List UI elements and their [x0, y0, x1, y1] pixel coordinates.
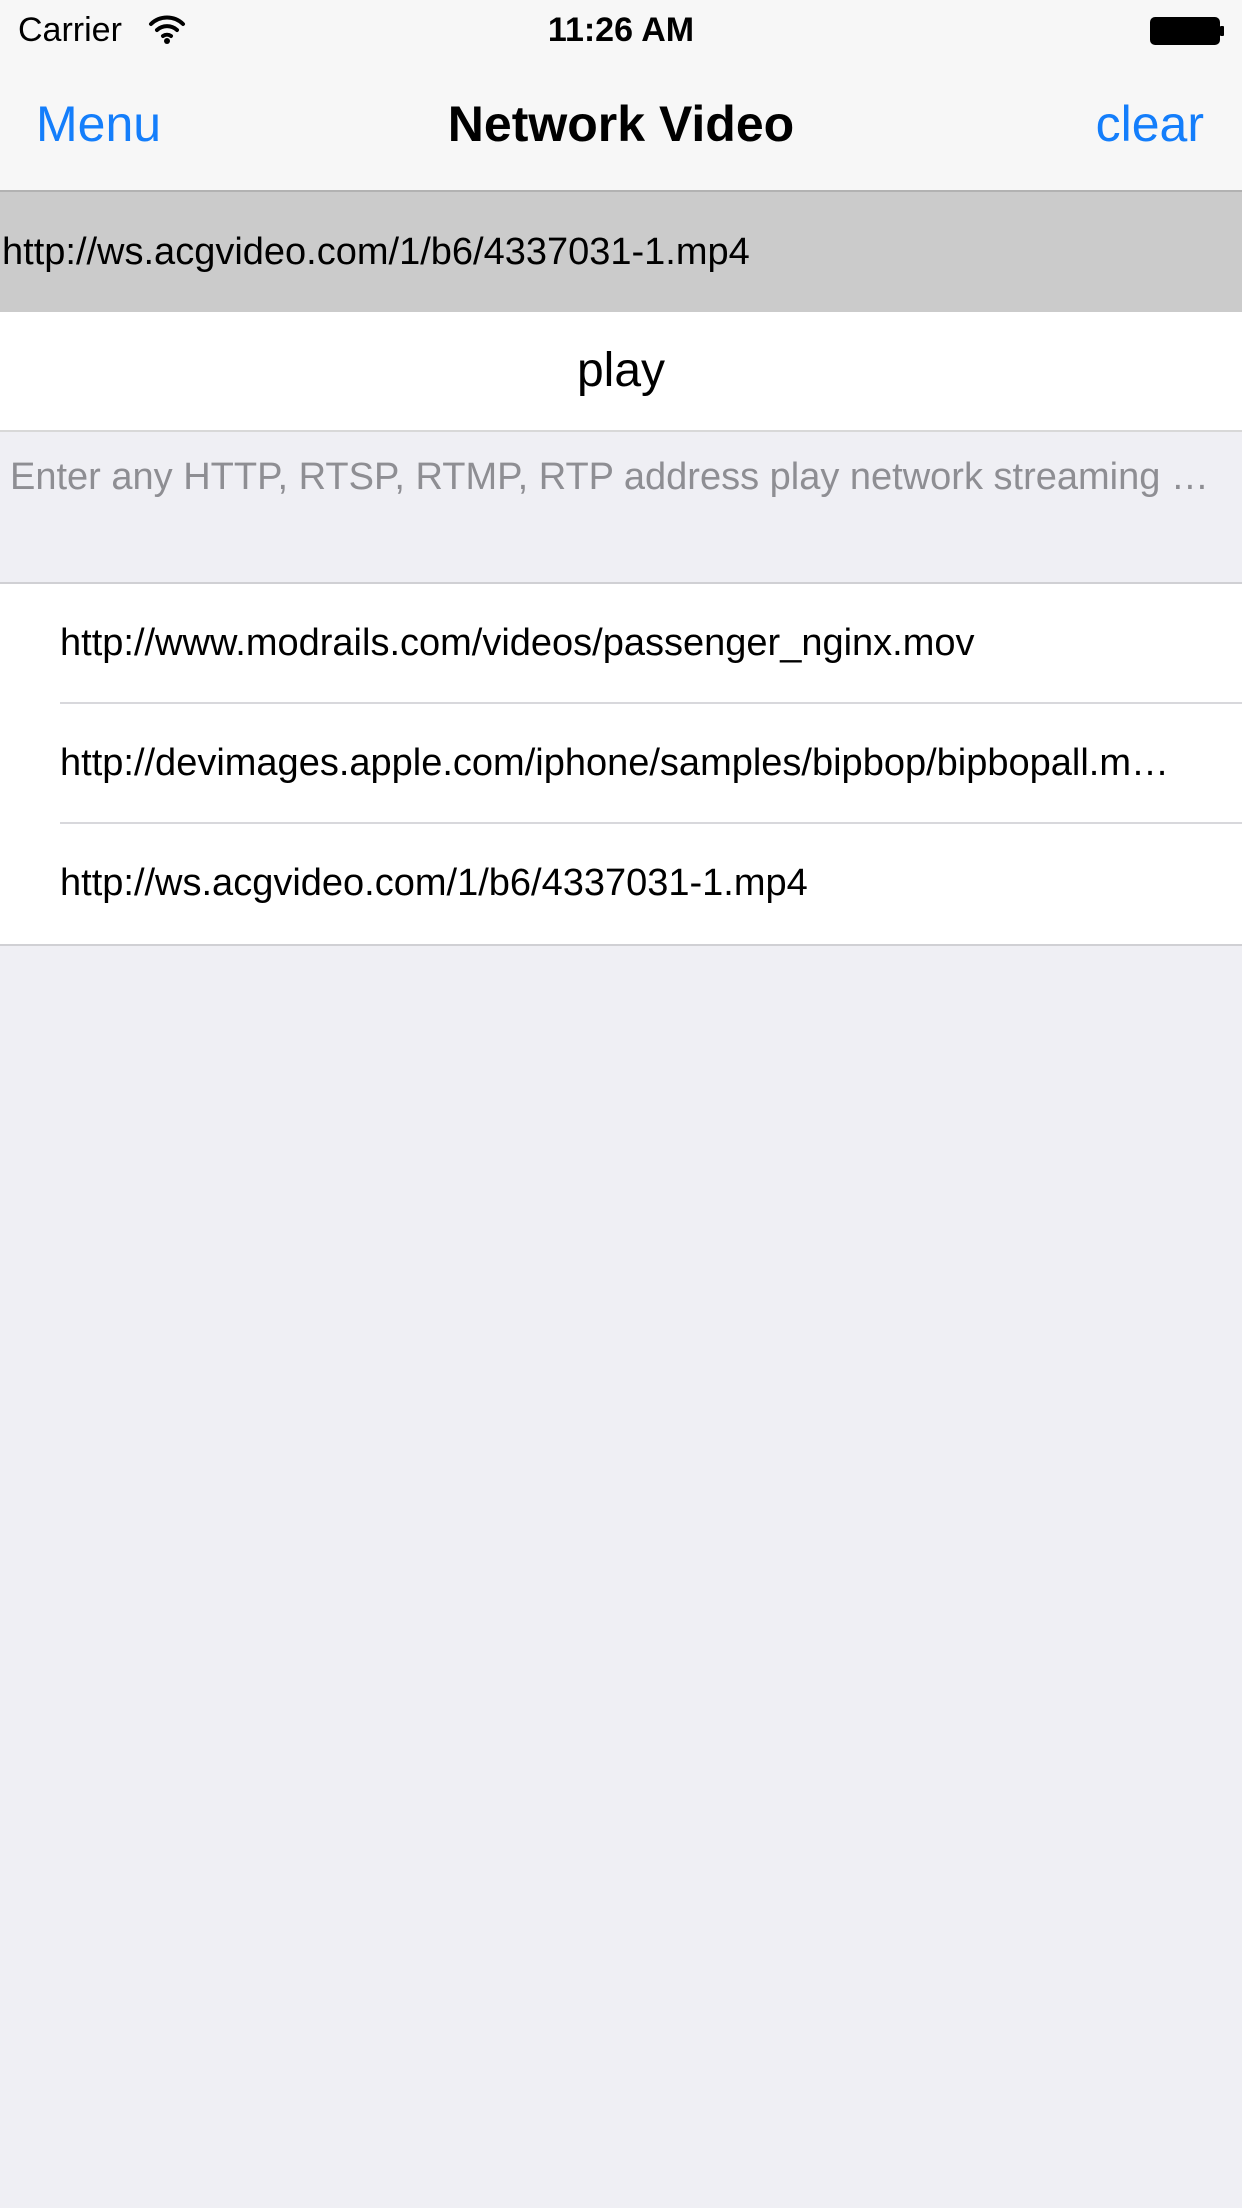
play-button[interactable]: play: [0, 312, 1242, 432]
history-item[interactable]: http://devimages.apple.com/iphone/sample…: [0, 704, 1242, 824]
battery-icon: [1150, 17, 1224, 45]
clear-button[interactable]: clear: [1096, 92, 1204, 156]
page-title: Network Video: [447, 96, 795, 152]
history-list: http://www.modrails.com/videos/passenger…: [0, 582, 1242, 946]
navigation-bar: Menu Network Video clear: [0, 60, 1242, 192]
hint-text: Enter any HTTP, RTSP, RTMP, RTP address …: [10, 456, 1232, 498]
history-item-url: http://ws.acgvideo.com/1/b6/4337031-1.mp…: [60, 862, 808, 904]
status-time: 11:26 AM: [547, 11, 695, 49]
history-item[interactable]: http://ws.acgvideo.com/1/b6/4337031-1.mp…: [0, 824, 1242, 944]
history-item-url: http://devimages.apple.com/iphone/sample…: [60, 742, 1170, 784]
history-item[interactable]: http://www.modrails.com/videos/passenger…: [0, 584, 1242, 704]
history-item-url: http://www.modrails.com/videos/passenger…: [60, 622, 975, 664]
url-input[interactable]: [0, 192, 1242, 312]
status-bar: Carrier 11:26 AM: [0, 0, 1242, 60]
